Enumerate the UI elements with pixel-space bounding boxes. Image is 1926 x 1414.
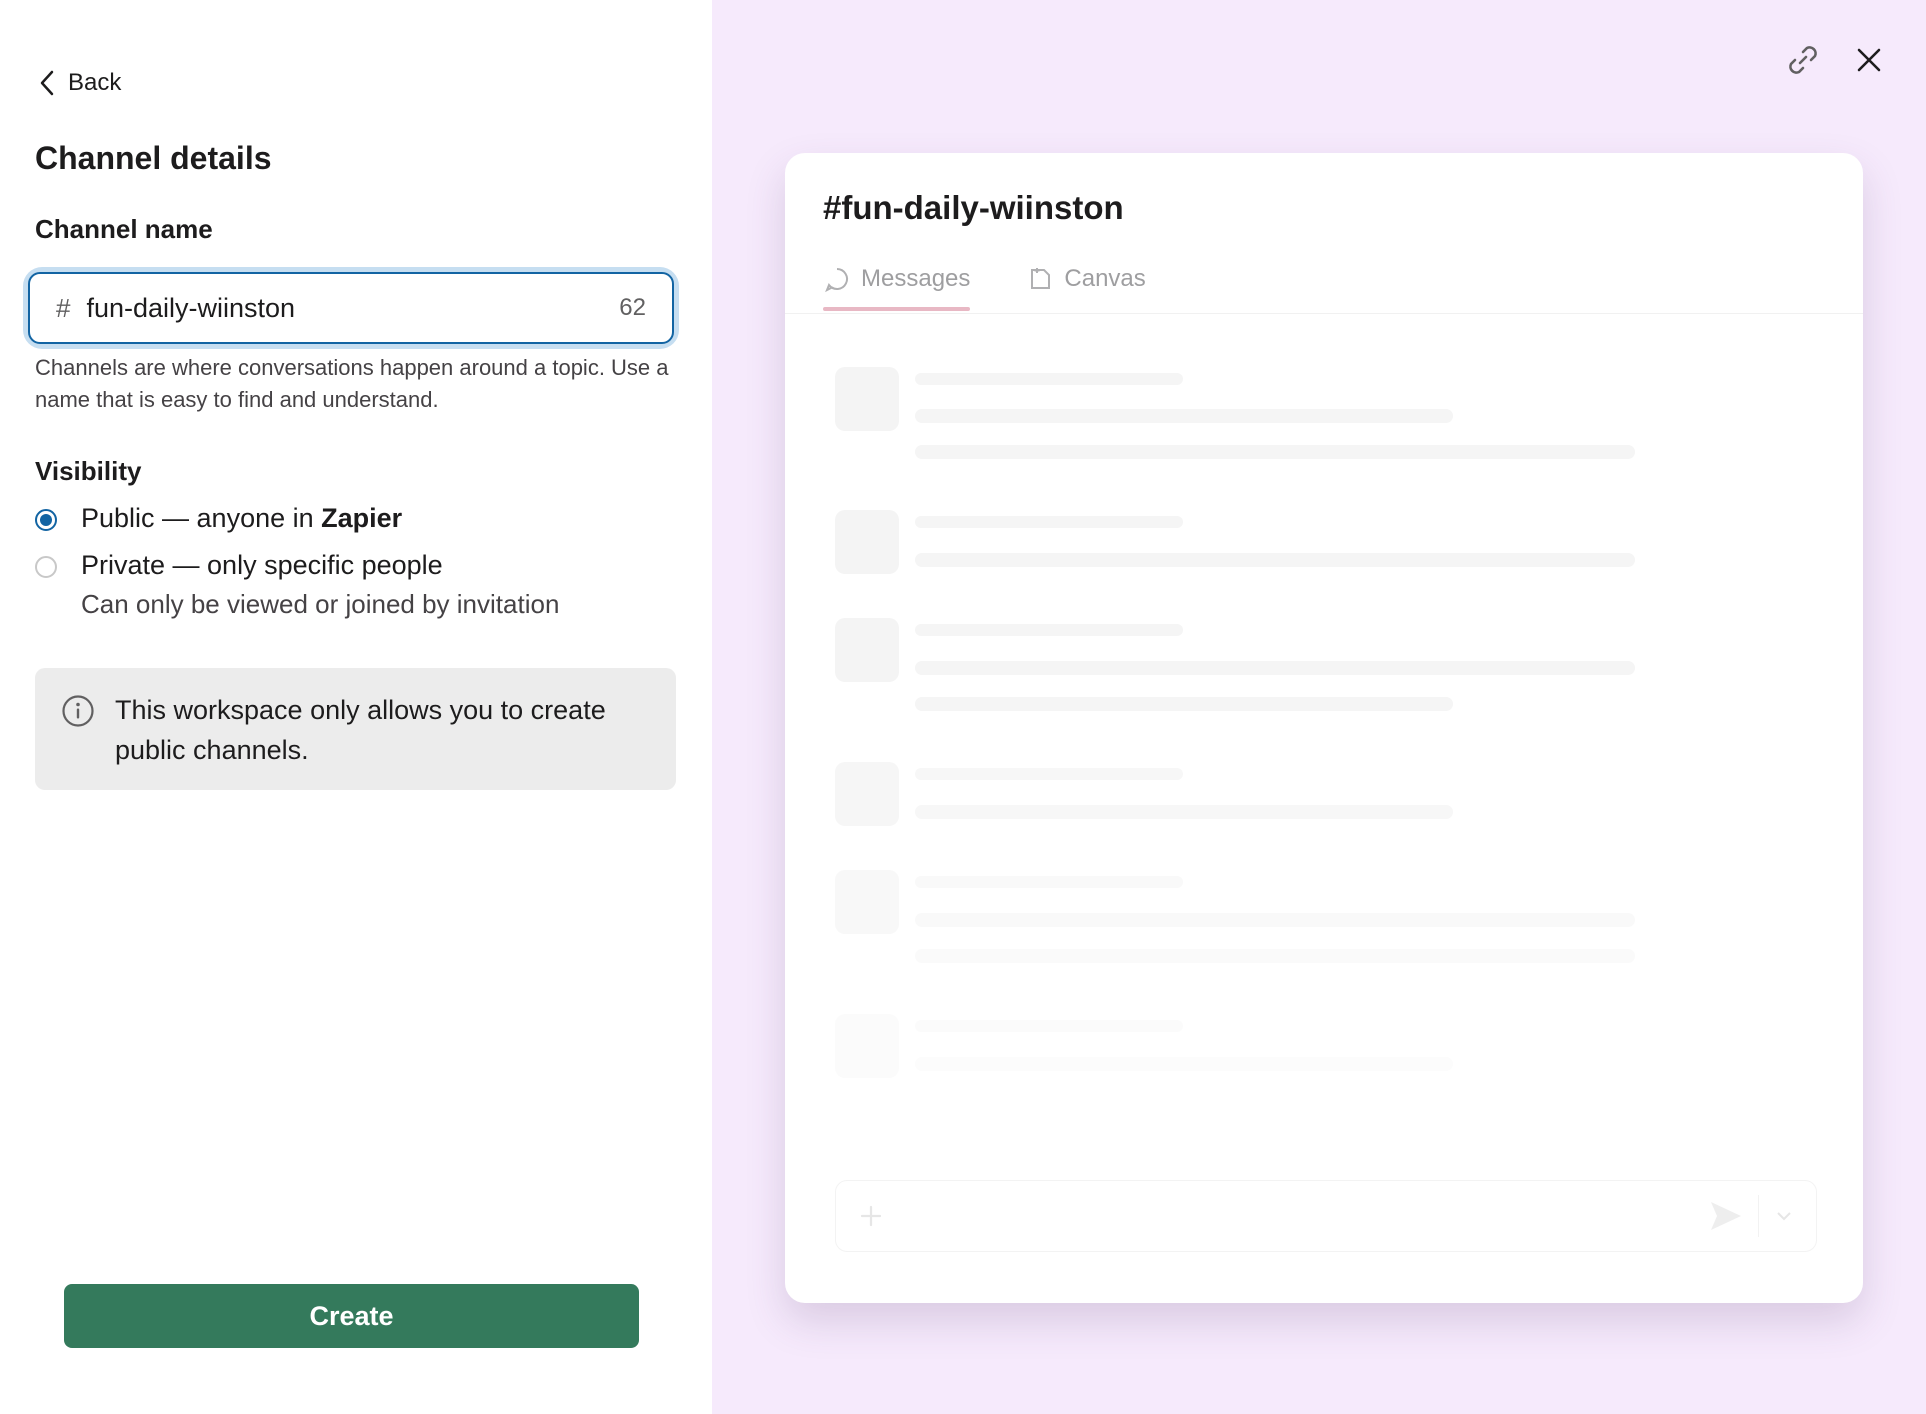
skeleton-avatar — [835, 762, 899, 826]
skeleton-line — [915, 913, 1635, 927]
channel-name-label: Channel name — [35, 214, 213, 244]
message-icon — [825, 268, 848, 293]
skeleton-avatar — [835, 1014, 899, 1078]
public-only-notice: This workspace only allows you to create… — [35, 668, 676, 790]
channel-name-value[interactable]: fun-daily-wiinston — [86, 293, 619, 324]
private-option[interactable]: Private — only specific people Can only … — [35, 550, 559, 620]
chevron-left-icon — [40, 70, 54, 96]
skeleton-line — [915, 553, 1635, 567]
skeleton-line — [915, 949, 1635, 963]
preview-tabs: Messages Canvas — [823, 265, 1146, 311]
tab-messages: Messages — [823, 265, 971, 311]
composer-divider — [1758, 1195, 1759, 1237]
chevron-down-icon — [1777, 1212, 1791, 1221]
channel-details-panel: Back Channel details Channel name # fun-… — [0, 0, 712, 1414]
channel-preview-card: #fun-daily-wiinston Messages Canvas — [785, 153, 1863, 1303]
skeleton-line — [915, 445, 1635, 459]
skeleton-line — [915, 373, 1183, 385]
public-option[interactable]: Public — anyone in Zapier — [35, 503, 402, 534]
channel-name-field-wrapper: # fun-daily-wiinston 62 — [28, 272, 674, 344]
tab-divider — [785, 313, 1863, 314]
info-icon — [62, 695, 94, 727]
skeleton-line — [915, 805, 1453, 819]
private-radio[interactable] — [35, 556, 57, 578]
skeleton-line — [915, 624, 1183, 636]
page-title: Channel details — [35, 140, 272, 176]
hash-icon: # — [56, 292, 71, 323]
private-option-label: Private — only specific people — [81, 550, 443, 580]
private-option-description: Can only be viewed or joined by invitati… — [81, 589, 560, 619]
skeleton-line — [915, 1057, 1453, 1071]
back-button[interactable]: Back — [36, 68, 121, 98]
public-option-label: Public — anyone in Zapier — [81, 503, 402, 534]
back-label: Back — [68, 69, 122, 96]
channel-name-hint: Channels are where conversations happen … — [35, 355, 669, 412]
public-radio[interactable] — [35, 509, 57, 531]
skeleton-avatar — [835, 367, 899, 431]
close-icon[interactable] — [1849, 40, 1889, 80]
skeleton-line — [915, 661, 1635, 675]
skeleton-line — [915, 697, 1453, 711]
tab-messages-label: Messages — [861, 265, 971, 292]
link-icon[interactable] — [1783, 40, 1823, 80]
character-count: 62 — [619, 294, 646, 321]
channel-name-input[interactable]: # fun-daily-wiinston 62 — [28, 272, 674, 344]
tab-canvas-label: Canvas — [1064, 265, 1146, 292]
skeleton-avatar — [835, 870, 899, 934]
public-option-text: Public — anyone in — [81, 503, 322, 533]
message-composer — [835, 1180, 1817, 1252]
notice-text: This workspace only allows you to create… — [115, 695, 606, 765]
skeleton-line — [915, 409, 1453, 423]
skeleton-avatar — [835, 618, 899, 682]
create-button[interactable]: Create — [64, 1284, 639, 1348]
visibility-label: Visibility — [35, 456, 142, 486]
skeleton-line — [915, 1020, 1183, 1032]
preview-channel-title: #fun-daily-wiinston — [823, 189, 1124, 226]
tab-canvas: Canvas — [1026, 265, 1146, 311]
skeleton-line — [915, 768, 1183, 780]
plus-icon — [860, 1205, 882, 1227]
canvas-icon — [1031, 268, 1051, 289]
skeleton-line — [915, 516, 1183, 528]
workspace-name: Zapier — [321, 503, 403, 533]
private-option-text: Private — only specific people Can only … — [81, 550, 559, 620]
skeleton-line — [915, 876, 1183, 888]
skeleton-avatar — [835, 510, 899, 574]
send-icon — [1711, 1202, 1741, 1230]
